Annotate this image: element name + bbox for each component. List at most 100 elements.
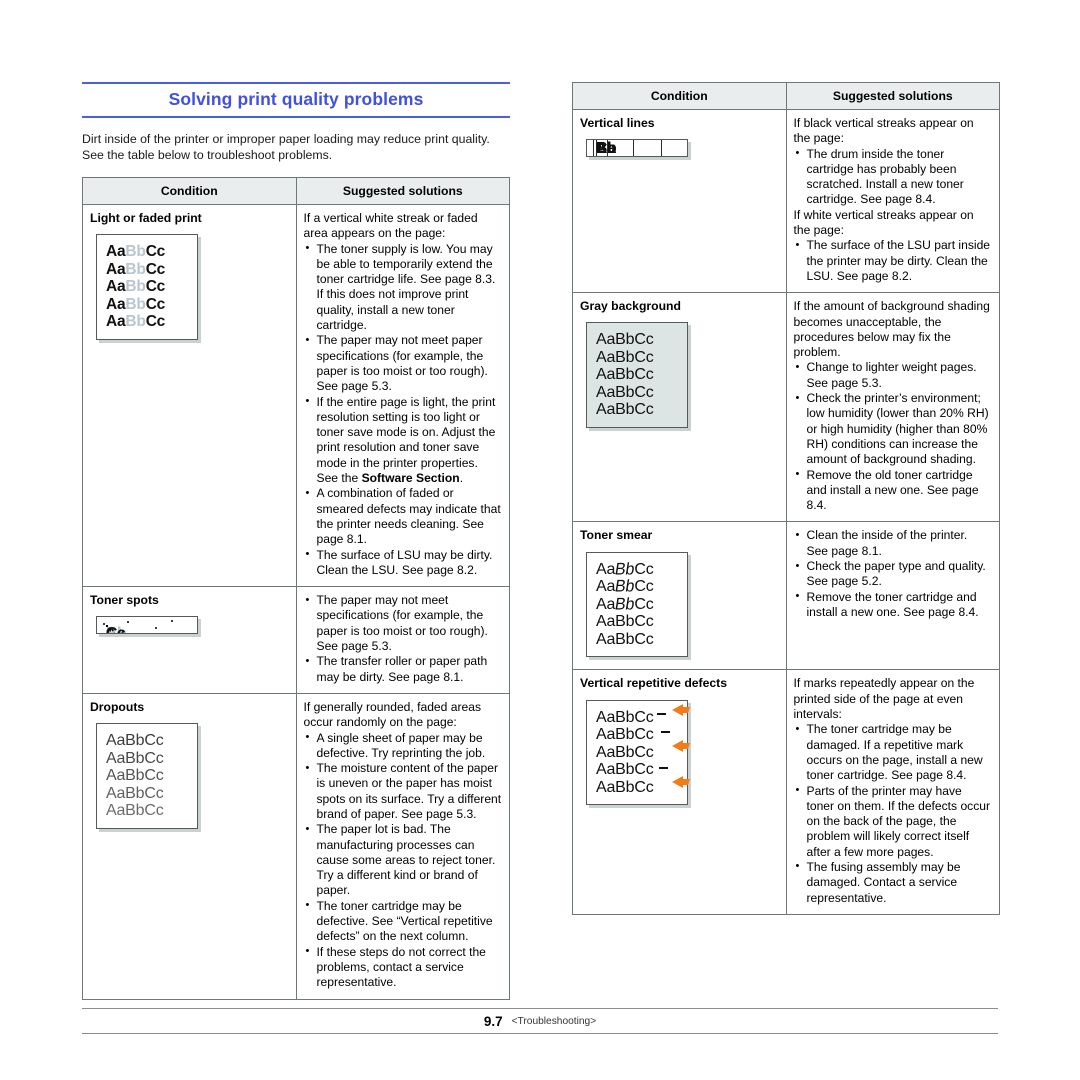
sample-text-line: AaBbCc (596, 630, 654, 648)
list-item: The transfer roller or paper path may be… (304, 654, 503, 685)
table-row: Vertical repetitive defects AaBbCc AaBbCc… (572, 669, 1000, 915)
sample-text-line: AaBbCc (106, 260, 166, 278)
condition-label: Toner smear (580, 528, 653, 543)
left-column: Solving print quality problems Dirt insi… (82, 82, 510, 1000)
sample-text-line: AaBbCc (596, 401, 654, 419)
print-sample-image: AaBbCcAaBbCcAaBbCcAaBbCcAaBbCc (586, 322, 688, 428)
condition-cell: Toner spots Aa Bb Cc Aa Bb Cc Aa Bb Cc Aa Bb Cc Aa Bb… (82, 586, 297, 694)
sample-text-line: AaBbCc (596, 383, 654, 401)
list-item: The fusing assembly may be damaged. Cont… (794, 859, 993, 906)
table-row: Light or faded print AaBbCc AaBbCc AaBbCc A… (82, 203, 510, 588)
list-item: Remove the toner cartridge and install a… (794, 589, 993, 621)
list-item: The toner cartridge may be damaged. If a… (794, 722, 993, 783)
solution-bullets: The paper may not meet specifications (f… (304, 593, 503, 685)
print-quality-table-right: Condition Suggested solutions Vertical l… (572, 82, 1000, 915)
condition-cell: Vertical lines AaBbCcAaBbCcAaBbCcAaBbCcA… (572, 108, 787, 294)
condition-label: Toner spots (90, 593, 159, 608)
page-number: 9.7 (483, 1013, 503, 1029)
list-item: Check the printer’s environment; low hum… (794, 391, 993, 467)
page-title: Solving print quality problems (168, 89, 424, 109)
list-item: Change to lighter weight pages. See page… (794, 360, 993, 391)
solutions-cell: If marks repeatedly appear on the printe… (785, 669, 1000, 915)
sample-text-line: AaBbCc (596, 366, 654, 384)
vertical-streak-line (661, 140, 663, 157)
sample-dropouts: AaBbCc AaBbCc AaBbCc AaBbCc AaBbCc (96, 723, 198, 829)
solution-bullets: A single sheet of paper may be defective… (304, 730, 503, 991)
solution-bullets: The toner cartridge may be damaged. If a… (794, 722, 993, 906)
header-condition: Condition (82, 177, 297, 205)
list-item: The toner supply is low. You may be able… (304, 241, 503, 334)
sample-text-line: AaBbCc (596, 708, 654, 726)
sample-text-line: AaBbCc (596, 761, 654, 779)
condition-cell: Vertical repetitive defects AaBbCc AaBbCc… (572, 669, 787, 915)
sample-light-faded: AaBbCc AaBbCc AaBbCc AaBbCc AaBbCc (96, 234, 198, 340)
sample-repetitive-defects: AaBbCc AaBbCc AaBbCc AaBbCc AaBbCc (586, 699, 688, 806)
condition-label: Light or faded print (90, 211, 202, 225)
list-item: The surface of the LSU part inside the p… (794, 238, 993, 284)
right-column: Condition Suggested solutions Vertical l… (572, 82, 1000, 915)
repetitive-defect-mark (657, 712, 666, 715)
toner-spot-dot (171, 620, 173, 623)
sample-text-line: AaBbCc (596, 726, 654, 744)
solutions-cell: The paper may not meet specifications (f… (295, 586, 510, 694)
list-item: The surface of LSU may be dirty. Clean t… (304, 547, 503, 579)
table-header-row: Condition Suggested solutions (572, 82, 1000, 110)
solution-intro: If a vertical white streak or faded area… (303, 211, 478, 241)
vertical-streak-line (607, 140, 609, 157)
solutions-cell: If black vertical streaks appear on the … (785, 108, 1000, 294)
repetitive-defect-mark (661, 730, 670, 733)
table-row: Toner smear AaBbCc AaBbCc AaBbCc AaBbCc AaBb… (572, 521, 1000, 671)
list-item: The toner cartridge may be defective. Se… (304, 898, 503, 945)
condition-label: Gray background (580, 299, 681, 314)
sample-text-line: AaBbCc (596, 560, 654, 579)
sample-text-line: AaBbCc (596, 348, 654, 366)
print-sample-image: AaBbCcAaBbCcAaBbCcAaBbCcAaBbCc (96, 234, 198, 340)
condition-label: Dropouts (90, 699, 145, 714)
print-sample-image: AaBbCcAaBbCcAaBbCcAaBbCcAaBbCc (586, 139, 688, 158)
solution-bullets: Change to lighter weight pages. See page… (794, 360, 993, 513)
list-item: Check the paper type and quality. See pa… (794, 559, 993, 590)
vertical-streak-line (593, 140, 595, 157)
sample-text-line: AaBbCc (106, 802, 164, 820)
table-row: Vertical lines AaBbCcAaBbCcAaBbCcAaBbCcA… (572, 108, 1000, 294)
intro-paragraph: Dirt inside of the printer or improper p… (82, 132, 490, 162)
list-item: The paper lot is bad. The manufacturing … (304, 822, 503, 898)
toner-spot-dot (103, 623, 105, 626)
solution-intro: If the amount of background shading beco… (793, 299, 990, 360)
toner-spot-dot (155, 627, 157, 630)
sample-text-line: AaBbCc (106, 295, 166, 313)
title-rule-bottom (82, 116, 510, 118)
solution-bullets: Clean the inside of the printer. See pag… (794, 528, 993, 620)
print-sample-image: AaBbCcAaBbCcAaBbCcAaBbCcAaBbCc (96, 616, 198, 635)
sample-text-line: AaBbCc (596, 743, 654, 761)
condition-cell: Gray background AaBbCc AaBbCc AaBbCc AaBbCc… (572, 292, 787, 523)
solutions-cell: If a vertical white streak or faded area… (295, 203, 510, 588)
solutions-cell: If generally rounded, faded areas occur … (295, 692, 510, 1000)
condition-label: Vertical lines (580, 116, 655, 130)
table-row: Gray background AaBbCc AaBbCc AaBbCc AaBbCc… (572, 292, 1000, 523)
sample-text-line: AaBbCc (106, 784, 164, 802)
solution-bullets-secondary: The surface of the LSU part inside the p… (794, 238, 993, 284)
sample-text-line: AaBbCc (106, 732, 164, 750)
bullet-tail: . (459, 471, 464, 486)
table-row: Dropouts AaBbCc AaBbCc AaBbCc AaBbCc AaBbCc … (82, 692, 510, 1000)
toner-spot-dot (141, 633, 143, 634)
sample-text-line: AaBbCc (596, 778, 654, 796)
sample-text-line: AaBbCc (106, 243, 166, 261)
sample-gray-background: AaBbCc AaBbCc AaBbCc AaBbCc AaBbCc (586, 322, 688, 428)
document-page: Solving print quality problems Dirt insi… (0, 0, 1080, 1080)
list-item: The paper may not meet paper specificati… (304, 333, 503, 394)
table-header-row: Condition Suggested solutions (82, 177, 510, 205)
solution-intro: If marks repeatedly appear on the printe… (793, 676, 975, 722)
repetitive-defect-mark (659, 766, 668, 769)
solution-bullets: The drum inside the toner cartridge has … (794, 146, 993, 208)
list-item: A single sheet of paper may be defective… (304, 730, 503, 762)
list-item: The paper may not meet specifications (f… (304, 593, 503, 654)
list-item: If the entire page is light, the print r… (304, 394, 503, 487)
sample-text-line: AaBbCc (106, 278, 166, 296)
list-item: Clean the inside of the printer. See pag… (794, 528, 993, 559)
condition-cell: Dropouts AaBbCc AaBbCc AaBbCc AaBbCc AaBbCc (82, 692, 297, 1000)
sample-text-line: AaBbCc (596, 331, 654, 349)
table-row: Toner spots Aa Bb Cc Aa Bb Cc Aa Bb Cc Aa Bb Cc Aa Bb… (82, 586, 510, 694)
header-suggested-solutions: Suggested solutions (785, 82, 1000, 110)
